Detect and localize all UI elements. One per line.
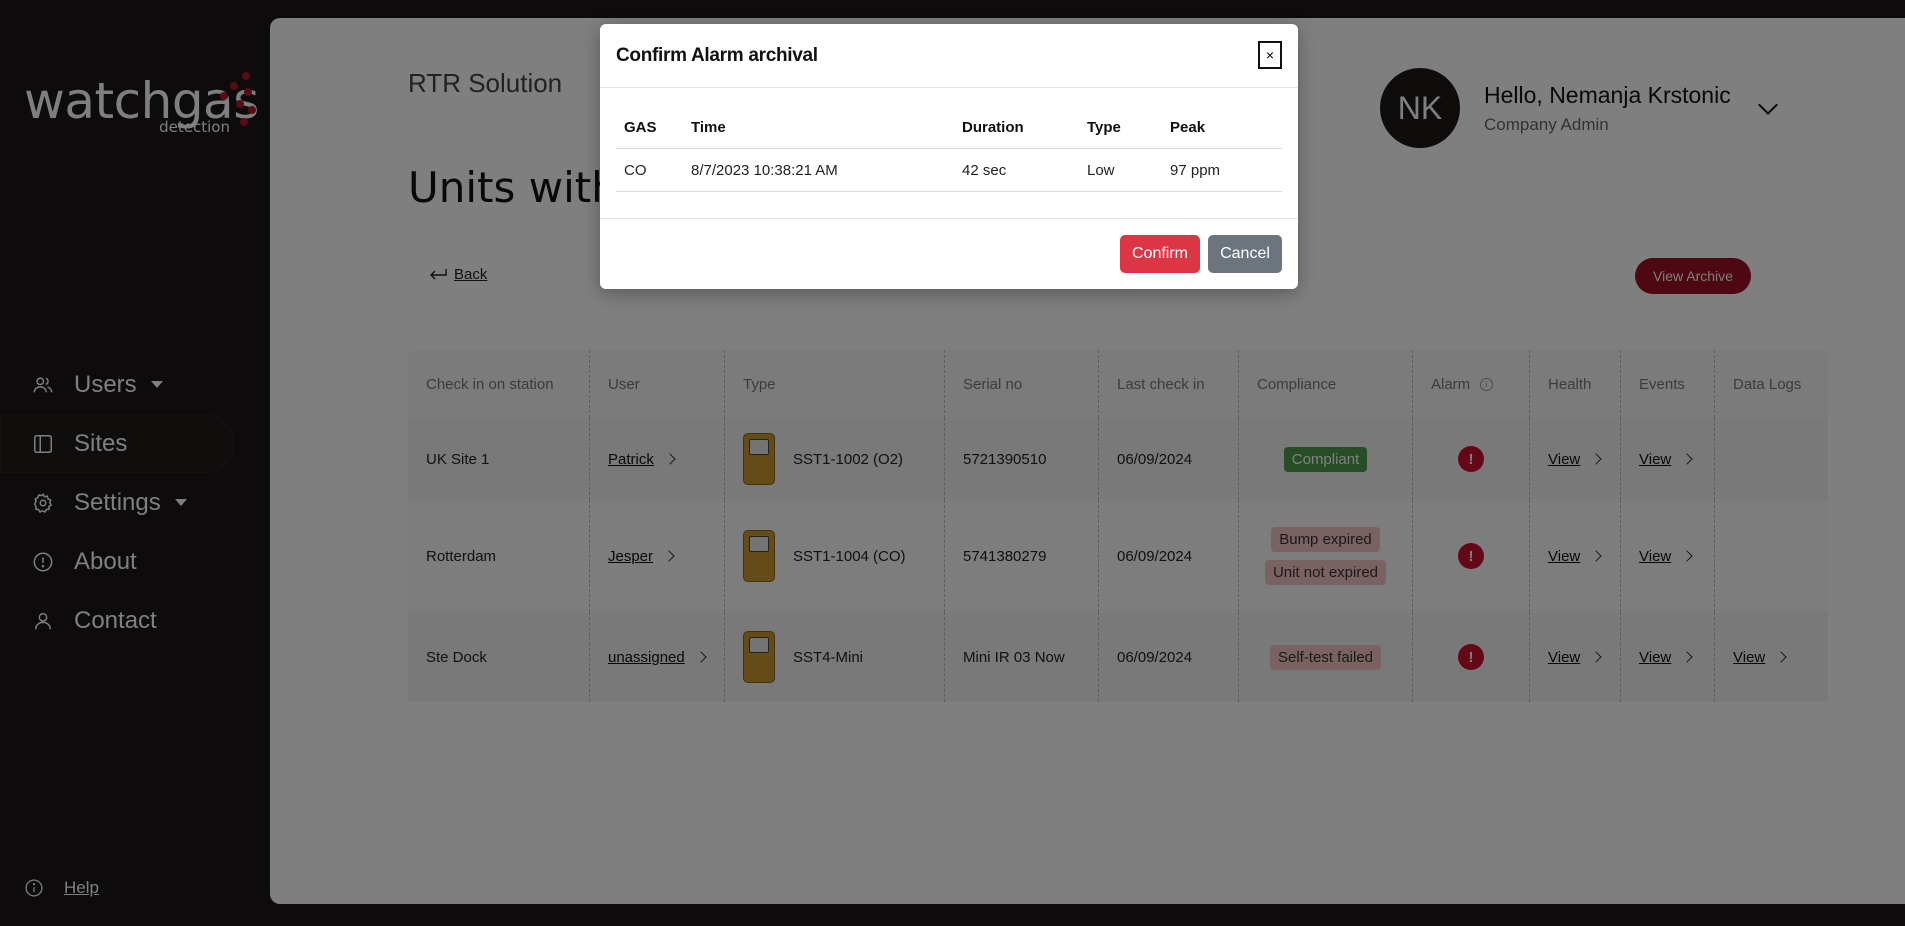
time-cell: 8/7/2023 10:38:21 AM (683, 148, 954, 192)
peak-cell: 97 ppm (1162, 148, 1282, 192)
modal-header: Confirm Alarm archival × (600, 24, 1298, 88)
confirm-archival-dialog: Confirm Alarm archival × GAS Time Durati… (600, 24, 1298, 289)
close-button[interactable]: × (1258, 41, 1282, 69)
cancel-button[interactable]: Cancel (1208, 235, 1282, 273)
type-cell: Low (1079, 148, 1162, 192)
modal-footer: Confirm Cancel (600, 218, 1298, 289)
column-header: GAS (616, 106, 683, 149)
column-header: Duration (954, 106, 1079, 149)
column-header: Time (683, 106, 954, 149)
alarm-table: GAS Time Duration Type Peak CO 8/7/2023 … (616, 106, 1282, 192)
modal-body: GAS Time Duration Type Peak CO 8/7/2023 … (600, 88, 1298, 218)
column-header: Type (1079, 106, 1162, 149)
confirm-button[interactable]: Confirm (1120, 235, 1200, 273)
gas-cell: CO (616, 148, 683, 192)
table-header: GAS Time Duration Type Peak (616, 106, 1282, 149)
modal-title: Confirm Alarm archival (616, 44, 818, 66)
table-row: CO 8/7/2023 10:38:21 AM 42 sec Low 97 pp… (616, 148, 1282, 192)
column-header: Peak (1162, 106, 1282, 149)
duration-cell: 42 sec (954, 148, 1079, 192)
